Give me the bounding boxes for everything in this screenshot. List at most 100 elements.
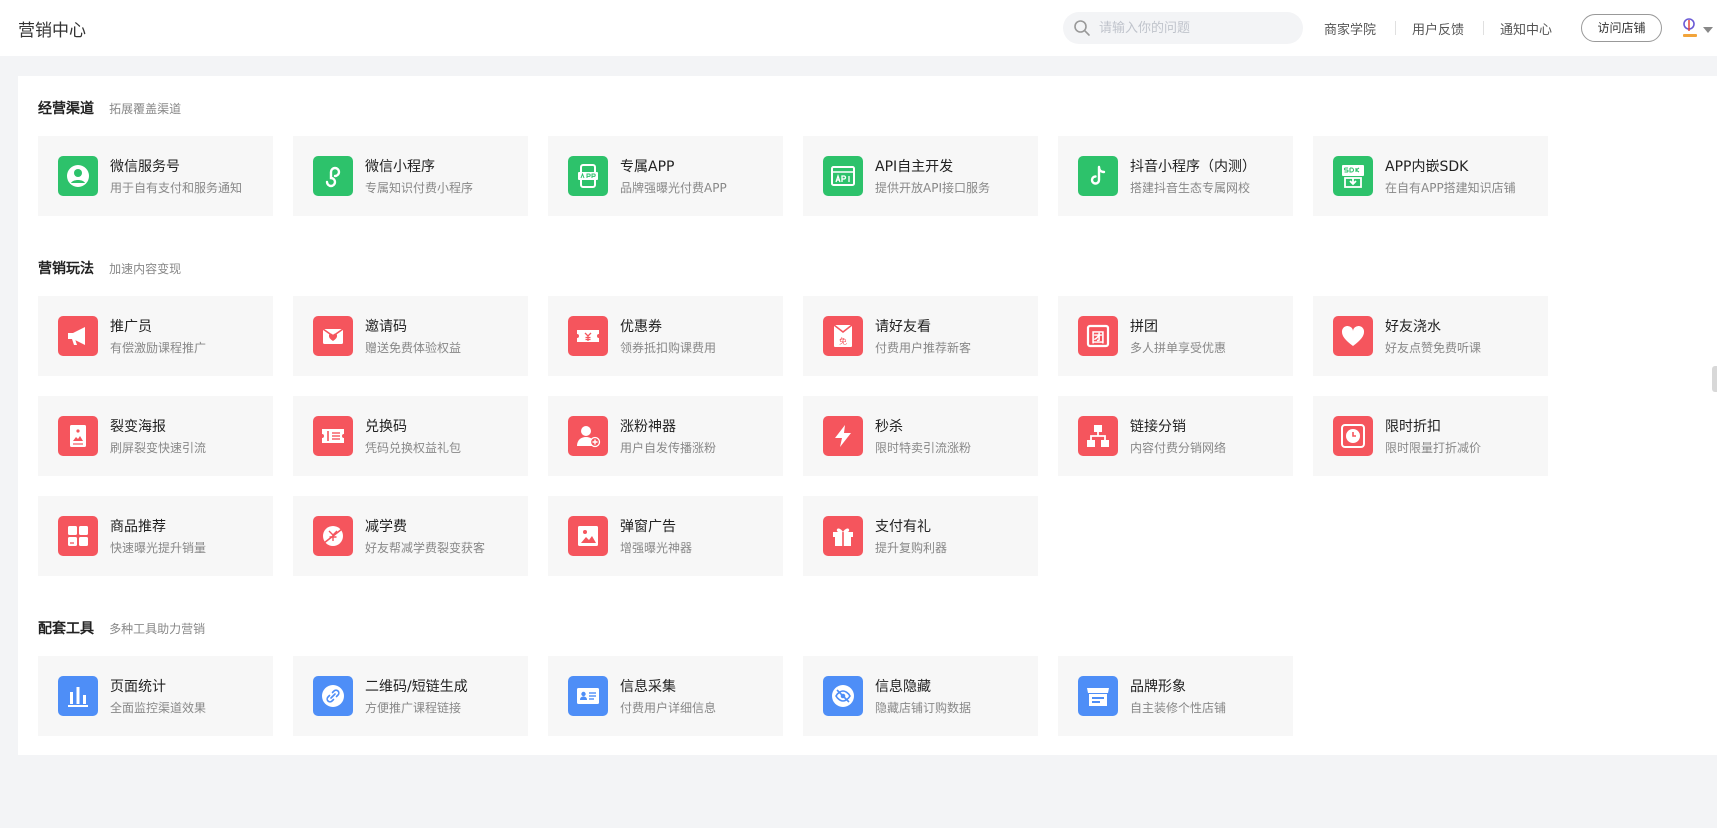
card-desc: 赠送免费体验权益	[365, 341, 462, 355]
svg-text:团: 团	[1091, 331, 1104, 346]
search-input[interactable]	[1099, 12, 1295, 44]
nav-divider	[1395, 21, 1396, 35]
card-sdk[interactable]: APP内嵌SDK 在自有APP搭建知识店铺	[1313, 136, 1548, 216]
storefront-icon	[1078, 676, 1118, 716]
card-page-stats[interactable]: 页面统计 全面监控渠道效果	[38, 656, 273, 736]
card-friend-water[interactable]: 好友浇水 好友点赞免费听课	[1313, 296, 1548, 376]
card-popup-ad[interactable]: 弹窗广告 增强曝光神器	[548, 496, 783, 576]
link-icon	[313, 676, 353, 716]
id-card-icon	[568, 676, 608, 716]
card-title: 弹窗广告	[620, 519, 676, 535]
nav-merchant-academy[interactable]: 商家学院	[1324, 19, 1376, 38]
card-invite-friend[interactable]: 免 请好友看 付费用户推荐新客	[803, 296, 1038, 376]
card-api[interactable]: API自主开发 提供开放API接口服务	[803, 136, 1038, 216]
card-title: 支付有礼	[875, 519, 931, 535]
add-user-icon	[568, 416, 608, 456]
lightning-icon	[823, 416, 863, 456]
card-title: 二维码/短链生成	[365, 679, 468, 695]
card-flash-sale[interactable]: 秒杀 限时特卖引流涨粉	[803, 396, 1038, 476]
wechat-account-icon	[58, 156, 98, 196]
card-desc: 内容付费分销网络	[1130, 441, 1227, 455]
card-title: 秒杀	[875, 419, 903, 435]
card-desc: 隐藏店铺订购数据	[875, 701, 972, 715]
card-info-hide[interactable]: 信息隐藏 隐藏店铺订购数据	[803, 656, 1038, 736]
card-desc: 付费用户推荐新客	[875, 341, 972, 355]
card-desc: 增强曝光神器	[620, 541, 693, 555]
card-link-distribution[interactable]: 链接分销 内容付费分销网络	[1058, 396, 1293, 476]
card-title: 减学费	[365, 519, 407, 535]
card-exclusive-app[interactable]: 专属APP 品牌强曝光付费APP	[548, 136, 783, 216]
card-title: 推广员	[110, 319, 152, 335]
section-subtitle: 多种工具助力营销	[109, 622, 206, 636]
card-redeem-code[interactable]: 兑换码 凭码兑换权益礼包	[293, 396, 528, 476]
product-grid-icon	[58, 516, 98, 556]
card-title: 链接分销	[1130, 419, 1186, 435]
nav-user-feedback[interactable]: 用户反馈	[1412, 19, 1464, 38]
section-header-marketing: 营销玩法 加速内容变现	[38, 258, 181, 278]
card-group-buy[interactable]: 团 拼团 多人拼单享受优惠	[1058, 296, 1293, 376]
section-header-tools: 配套工具 多种工具助力营销	[38, 618, 205, 638]
card-desc: 刷屏裂变快速引流	[110, 441, 207, 455]
sdk-icon	[1333, 156, 1373, 196]
nav-notification-center[interactable]: 通知中心	[1500, 19, 1552, 38]
side-scroll-handle[interactable]	[1712, 366, 1717, 392]
card-title: 好友浇水	[1385, 319, 1441, 335]
app-icon	[568, 156, 608, 196]
card-title: 裂变海报	[110, 419, 166, 435]
card-title: 限时折扣	[1385, 419, 1441, 435]
card-promoter[interactable]: 推广员 有偿激励课程推广	[38, 296, 273, 376]
chevron-down-icon[interactable]	[1703, 27, 1713, 33]
section-title: 配套工具	[38, 621, 94, 637]
card-desc: 品牌强曝光付费APP	[620, 181, 727, 195]
card-brand-image[interactable]: 品牌形象 自主装修个性店铺	[1058, 656, 1293, 736]
group-buy-icon: 团	[1078, 316, 1118, 356]
card-desc: 有偿激励课程推广	[110, 341, 207, 355]
card-title: 页面统计	[110, 679, 166, 695]
card-title: 抖音小程序（内测）	[1130, 159, 1256, 175]
card-wechat-account[interactable]: 微信服务号 用于自有支付和服务通知	[38, 136, 273, 216]
card-title: APP内嵌SDK	[1385, 159, 1469, 175]
card-title: 请好友看	[875, 319, 931, 335]
card-pay-gift[interactable]: 支付有礼 提升复购利器	[803, 496, 1038, 576]
card-desc: 在自有APP搭建知识店铺	[1385, 181, 1516, 195]
avatar[interactable]	[1680, 16, 1700, 40]
card-invite-code[interactable]: 邀请码 赠送免费体验权益	[293, 296, 528, 376]
invite-code-icon	[313, 316, 353, 356]
card-mini-program[interactable]: 微信小程序 专属知识付费小程序	[293, 136, 528, 216]
discount-slash-icon	[313, 516, 353, 556]
card-desc: 好友帮减学费裂变获客	[365, 541, 486, 555]
card-qrcode-shortlink[interactable]: 二维码/短链生成 方便推广课程链接	[293, 656, 528, 736]
card-desc: 限时限量打折减价	[1385, 441, 1482, 455]
visit-store-button[interactable]: 访问店铺	[1581, 14, 1662, 42]
section-header-channels: 经营渠道 拓展覆盖渠道	[38, 98, 181, 118]
card-title: 优惠券	[620, 319, 662, 335]
card-fission-poster[interactable]: 裂变海报 刷屏裂变快速引流	[38, 396, 273, 476]
poster-icon	[58, 416, 98, 456]
card-product-recommend[interactable]: 商品推荐 快速曝光提升销量	[38, 496, 273, 576]
card-title: 品牌形象	[1130, 679, 1186, 695]
card-info-collection[interactable]: 信息采集 付费用户详细信息	[548, 656, 783, 736]
card-coupon[interactable]: 优惠券 领券抵扣购课费用	[548, 296, 783, 376]
clock-icon	[1333, 416, 1373, 456]
megaphone-icon	[58, 316, 98, 356]
svg-text:免: 免	[839, 336, 847, 346]
search-icon	[1074, 20, 1090, 36]
search-box[interactable]	[1063, 12, 1303, 44]
card-limited-discount[interactable]: 限时折扣 限时限量打折减价	[1313, 396, 1548, 476]
card-fan-growth[interactable]: 涨粉神器 用户自发传播涨粉	[548, 396, 783, 476]
card-desc: 专属知识付费小程序	[365, 181, 474, 195]
gift-icon	[823, 516, 863, 556]
card-desc: 用户自发传播涨粉	[620, 441, 717, 455]
card-title: 兑换码	[365, 419, 407, 435]
card-title: 信息采集	[620, 679, 676, 695]
card-title: 专属APP	[620, 159, 675, 175]
card-desc: 提供开放API接口服务	[875, 181, 990, 195]
card-tuition-cut[interactable]: 减学费 好友帮减学费裂变获客	[293, 496, 528, 576]
card-title: 信息隐藏	[875, 679, 931, 695]
card-desc: 自主装修个性店铺	[1130, 701, 1227, 715]
card-desc: 搭建抖音生态专属网校	[1130, 181, 1251, 195]
card-title: API自主开发	[875, 159, 954, 175]
content-panel: 经营渠道 拓展覆盖渠道 微信服务号 用于自有支付和服务通知 微信小程序 专属知识…	[18, 76, 1717, 755]
heart-icon	[1333, 316, 1373, 356]
card-douyin[interactable]: 抖音小程序（内测） 搭建抖音生态专属网校	[1058, 136, 1293, 216]
